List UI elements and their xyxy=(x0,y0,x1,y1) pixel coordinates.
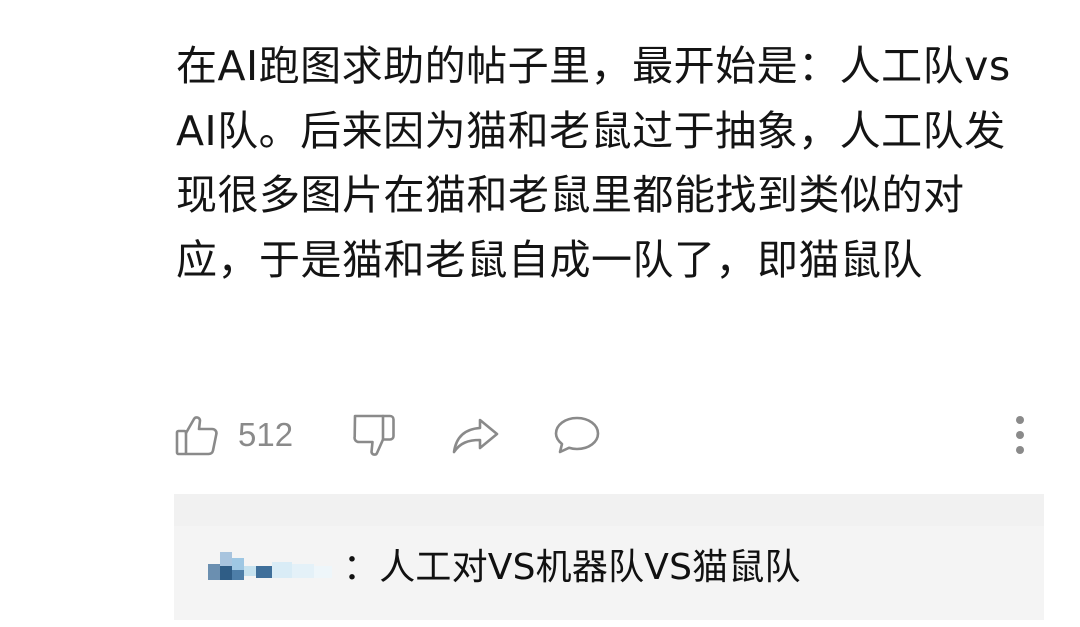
sub-reply-item[interactable]: ：人工对VS机器队VS猫鼠队 xyxy=(206,531,801,597)
censored-username xyxy=(206,544,341,584)
sub-replies-divider xyxy=(174,494,1044,526)
vertical-dots-icon xyxy=(1006,411,1034,459)
comment-bubble-icon xyxy=(552,412,602,458)
thumbs-up-icon xyxy=(174,412,220,458)
sub-reply-text: ：人工对VS机器队VS猫鼠队 xyxy=(343,547,801,588)
like-count: 512 xyxy=(238,416,294,453)
more-options-button[interactable] xyxy=(1006,405,1034,465)
comment-action-bar: 512 xyxy=(0,405,1080,465)
share-button[interactable] xyxy=(450,405,502,465)
comment-text: 在AI跑图求助的帖子里，最开始是：人工队vs AI队。后来因为猫和老鼠过于抽象，… xyxy=(176,42,1025,284)
dislike-button[interactable] xyxy=(350,405,398,465)
sub-replies-panel: ：人工对VS机器队VS猫鼠队 xyxy=(174,494,1044,620)
reply-button[interactable] xyxy=(552,405,602,465)
like-button[interactable]: 512 xyxy=(174,405,293,465)
thumbs-down-icon xyxy=(350,411,398,459)
share-arrow-icon xyxy=(450,412,502,458)
